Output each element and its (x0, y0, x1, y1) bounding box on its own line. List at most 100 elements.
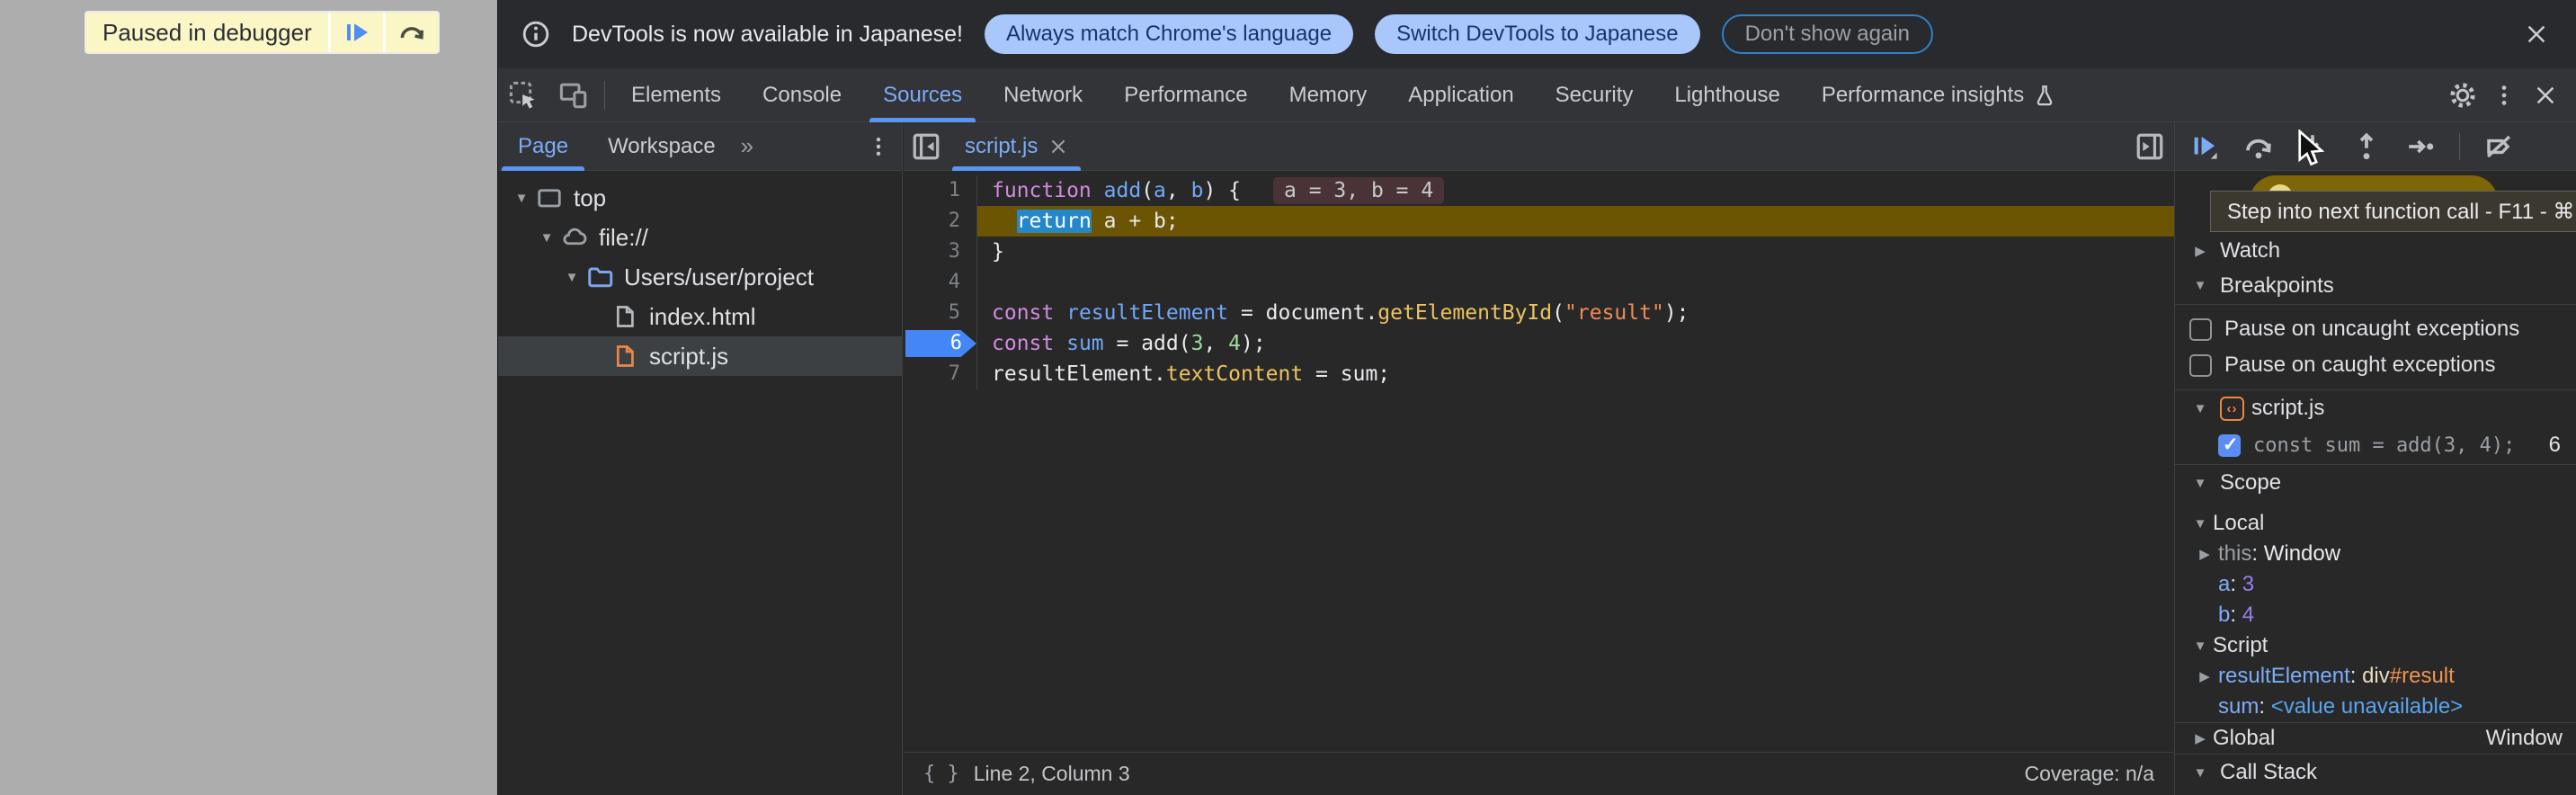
gutter-line-3[interactable]: 3 (904, 237, 977, 267)
always-match-language-button[interactable]: Always match Chrome's language (985, 14, 1353, 54)
inspect-element-icon[interactable] (498, 68, 548, 122)
scope-resultelement-row[interactable]: ▶ resultElement: div#result (2175, 661, 2576, 692)
pause-on-caught-row[interactable]: Pause on caught exceptions (2175, 347, 2576, 383)
scope-global-group[interactable]: ▶ Global Window (2175, 723, 2576, 754)
tab-memory[interactable]: Memory (1269, 68, 1388, 122)
resume-script-button[interactable] (331, 13, 383, 52)
gutter-line-2[interactable]: 2 (904, 206, 977, 237)
caret-down-icon[interactable]: ▼ (534, 230, 559, 246)
breakpoint-file-group[interactable]: ▼ ‹› script.js (2175, 390, 2576, 426)
caret-right-icon: ▶ (2188, 243, 2213, 259)
pause-caught-checkbox[interactable] (2189, 354, 2212, 377)
mouse-cursor (2295, 130, 2332, 171)
info-icon (521, 20, 550, 49)
tree-item-top[interactable]: ▼ top (498, 178, 902, 218)
gutter-line-5[interactable]: 5 (904, 298, 977, 328)
more-options-kebab-icon[interactable] (2488, 79, 2520, 112)
dont-show-again-button[interactable]: Don't show again (1722, 14, 1933, 54)
tree-item-index-html[interactable]: index.html (498, 297, 902, 336)
code-line-6: 6 const sum = add(3, 4); (904, 328, 2174, 359)
scope-section-header[interactable]: ▼ Scope (2175, 465, 2576, 501)
watch-section-header[interactable]: ▶ Watch (2175, 234, 2576, 267)
gutter-line-6[interactable]: 6 (904, 328, 977, 359)
js-file-badge-icon: ‹› (2220, 397, 2244, 421)
caret-down-icon[interactable]: ▼ (559, 270, 584, 285)
tab-performance-insights[interactable]: Performance insights (1801, 68, 2077, 122)
tab-network[interactable]: Network (983, 68, 1103, 122)
breakpoint-entry[interactable]: const sum = add(3, 4); 6 (2175, 426, 2576, 464)
caret-down-icon: ▼ (2188, 639, 2213, 654)
web-page-background: Paused in debugger (0, 0, 497, 795)
step-out-icon[interactable] (2351, 131, 2382, 162)
code-editor[interactable]: 1 function add(a, b) {a = 3, b = 4 2 ret… (904, 171, 2174, 752)
frame-icon (534, 184, 565, 211)
call-stack-section-header[interactable]: ▼ Call Stack (2175, 755, 2576, 791)
editor-panel: script.js 1 function add(a, b) {a = 3, b… (904, 122, 2174, 795)
cursor-position: Line 2, Column 3 (974, 762, 1130, 786)
code-line-1: 1 function add(a, b) {a = 3, b = 4 (904, 175, 2174, 206)
hide-debugger-sidebar-icon[interactable] (2126, 120, 2174, 174)
resume-script-icon[interactable] (2189, 131, 2220, 162)
caret-right-icon: ▶ (2191, 668, 2218, 684)
devtools-close-button[interactable] (2529, 79, 2562, 112)
tree-item-script-js[interactable]: script.js (498, 336, 902, 376)
debugger-toolbar (2175, 122, 2576, 171)
toolbar-divider (604, 81, 605, 110)
js-file-icon (610, 344, 640, 369)
pause-uncaught-checkbox[interactable] (2189, 318, 2212, 341)
scope-a-row[interactable]: a: 3 (2175, 569, 2576, 600)
global-value: Window (2486, 726, 2563, 751)
coverage-status: Coverage: n/a (2025, 762, 2154, 786)
code-line-5: 5 const resultElement = document.getElem… (904, 298, 2174, 328)
tab-application[interactable]: Application (1387, 68, 1534, 122)
device-toolbar-icon[interactable] (548, 68, 599, 122)
step-over-icon (398, 19, 425, 46)
tree-item-project-folder[interactable]: ▼ Users/user/project (498, 257, 902, 297)
step-over-icon[interactable] (2243, 131, 2274, 162)
gutter-line-1[interactable]: 1 (904, 175, 977, 206)
scope-b-row[interactable]: b: 4 (2175, 600, 2576, 630)
breakpoint-marker[interactable]: 6 (905, 330, 976, 357)
devtools-tab-bar: Elements Console Sources Network Perform… (498, 68, 2576, 122)
gutter-line-4[interactable]: 4 (904, 267, 977, 298)
caret-down-icon: ▼ (2188, 765, 2213, 781)
tab-lighthouse[interactable]: Lighthouse (1653, 68, 1800, 122)
code-line-7: 7 resultElement.textContent = sum; (904, 359, 2174, 389)
breakpoints-section-header[interactable]: ▼ Breakpoints (2175, 267, 2576, 304)
step-icon[interactable] (2405, 131, 2436, 162)
scope-this-row[interactable]: ▶ this: Window (2175, 539, 2576, 569)
deactivate-breakpoints-icon[interactable] (2483, 131, 2514, 162)
collapse-navigator-icon[interactable] (904, 120, 949, 174)
notification-close-button[interactable] (2520, 18, 2553, 50)
tab-console[interactable]: Console (742, 68, 862, 122)
gutter-line-7[interactable]: 7 (904, 359, 977, 389)
navigator-tab-page[interactable]: Page (498, 122, 588, 171)
breakpoint-enabled-checkbox[interactable] (2218, 434, 2241, 457)
tab-performance[interactable]: Performance (1103, 68, 1268, 122)
switch-devtools-japanese-button[interactable]: Switch DevTools to Japanese (1375, 14, 1700, 54)
caret-down-icon: ▼ (2188, 476, 2213, 491)
close-tab-icon[interactable] (1048, 137, 1068, 156)
scope-script-group[interactable]: ▼ Script (2175, 630, 2576, 661)
caret-down-icon[interactable]: ▼ (509, 191, 534, 206)
navigator-more-options-kebab-icon[interactable] (862, 130, 895, 163)
inline-eval-widget: a = 3, b = 4 (1273, 177, 1444, 204)
pause-on-uncaught-row[interactable]: Pause on uncaught exceptions (2175, 311, 2576, 347)
settings-gear-icon[interactable] (2447, 79, 2479, 112)
experiment-flask-icon (2033, 84, 2056, 107)
editor-tab-script-js[interactable]: script.js (949, 122, 1084, 171)
code-line-4: 4 (904, 267, 2174, 298)
caret-right-icon: ▶ (2188, 730, 2213, 746)
navigator-tab-workspace[interactable]: Workspace (588, 122, 735, 171)
step-over-button[interactable] (386, 13, 438, 52)
scope-local-group[interactable]: ▼ Local (2175, 508, 2576, 539)
tab-security[interactable]: Security (1535, 68, 1654, 122)
paused-in-debugger-banner: Paused in debugger (86, 13, 438, 52)
tab-elements[interactable]: Elements (611, 68, 742, 122)
scope-sum-row[interactable]: sum: <value unavailable> (2175, 692, 2576, 722)
pretty-print-icon[interactable]: { } (923, 763, 959, 785)
tree-item-file-origin[interactable]: ▼ file:// (498, 218, 902, 257)
tab-sources[interactable]: Sources (862, 68, 983, 122)
more-tabs-chevron[interactable]: » (735, 132, 759, 160)
devtools-window: DevTools is now available in Japanese! A… (497, 0, 2576, 795)
